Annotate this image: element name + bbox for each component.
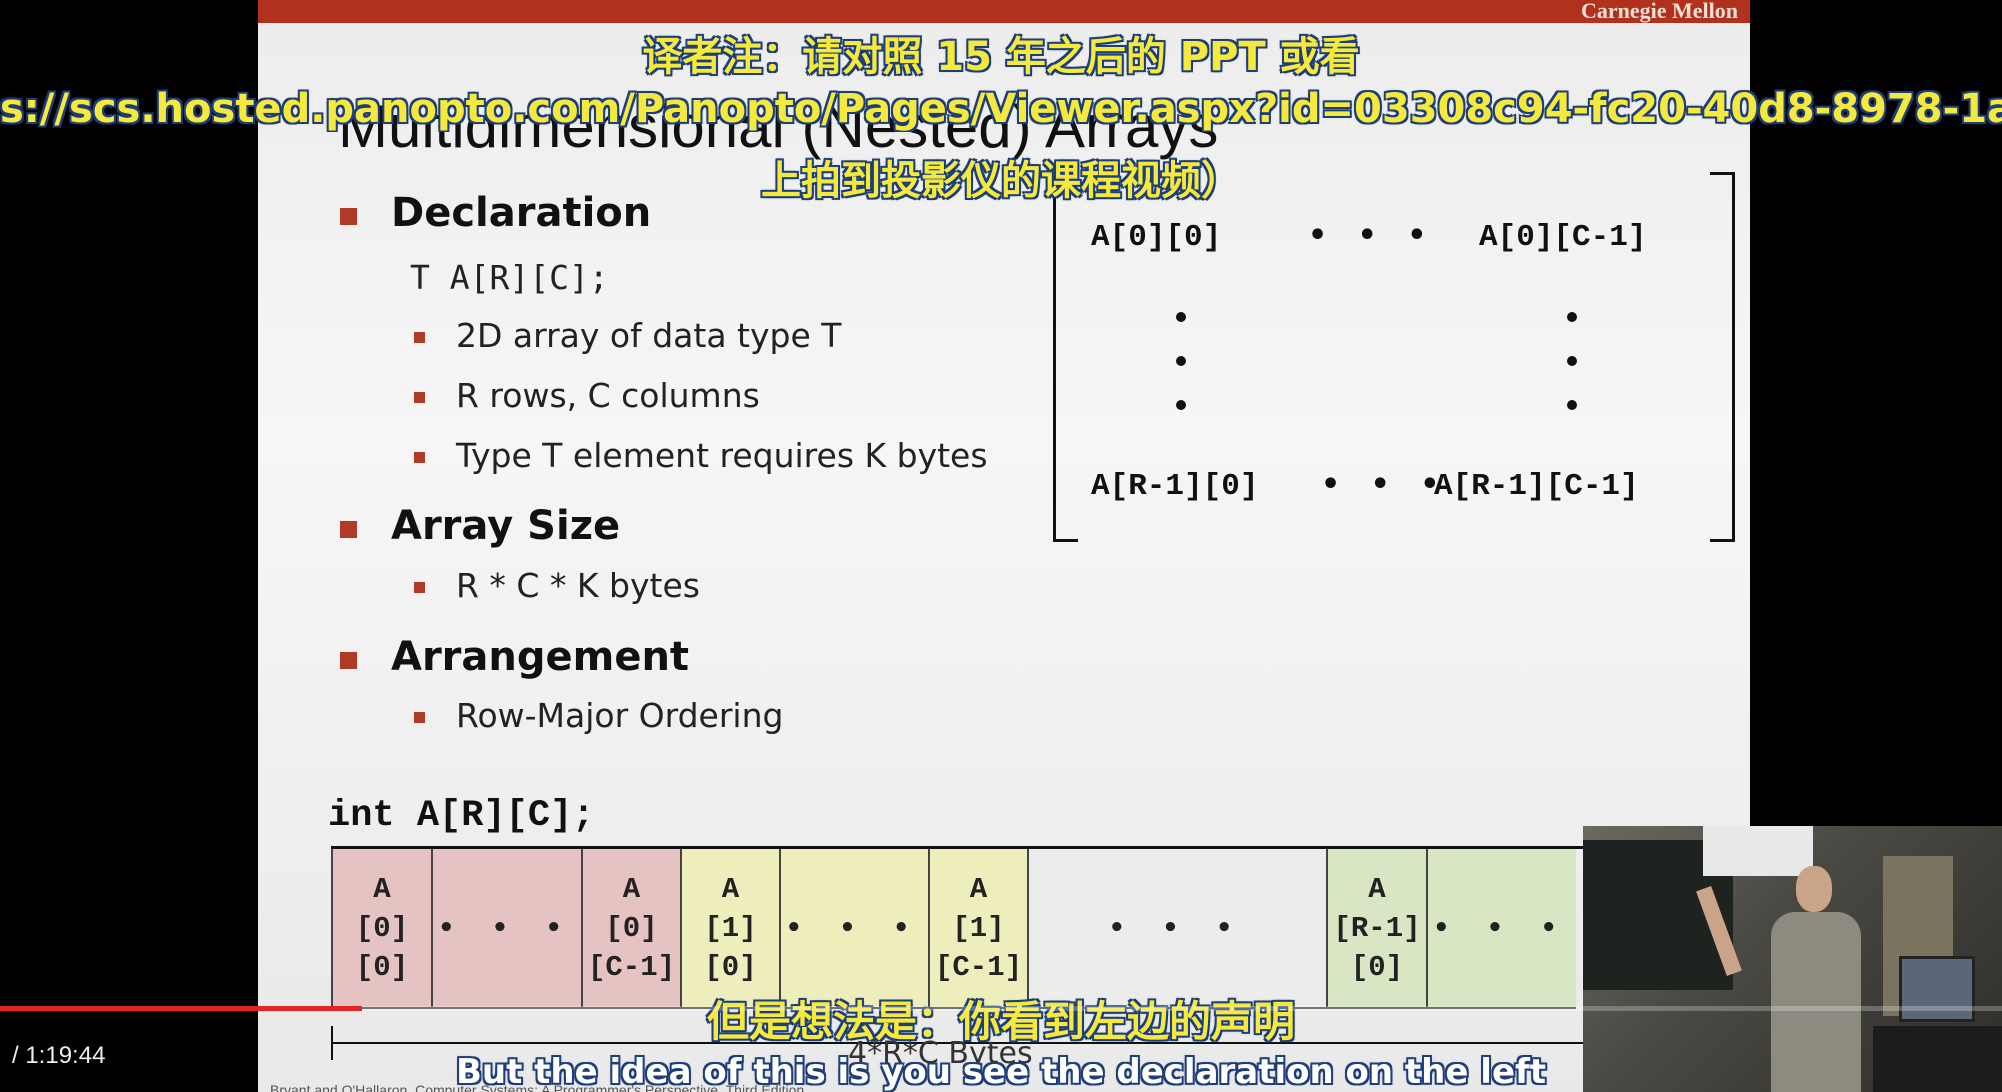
matrix-column-dots (1176, 312, 1186, 412)
matrix-top-right: A[0][C-1] (1479, 220, 1647, 255)
section-heading-array-size: Array Size (391, 503, 621, 549)
memory-cell: A [1] [0] (680, 849, 779, 1009)
brand-label: Carnegie Mellon (1580, 0, 1738, 23)
video-progress-bar[interactable] (0, 1006, 2002, 1011)
matrix-left-bracket (1053, 172, 1078, 542)
memory-cell: A [0] [0] (331, 849, 431, 1009)
matrix-bottom-left: A[R-1][0] (1091, 469, 1259, 504)
matrix-row-dots: • • • (1321, 467, 1450, 502)
matrix-right-bracket (1710, 172, 1735, 542)
memory-cell-ellipsis: • • • (1426, 849, 1576, 1009)
bullet-marker (340, 208, 357, 225)
memory-layout-row: A [0] [0] • • • A [0] [C-1] A [1] [0] • … (331, 846, 1750, 1011)
declaration-item: 2D array of data type T (456, 316, 842, 355)
subtitle-translator-note-cont: 上拍到投影仪的课程视频） (760, 157, 1242, 205)
declaration-item: R rows, C columns (456, 376, 760, 415)
matrix-bottom-right: A[R-1][C-1] (1434, 469, 1639, 504)
sub-bullet-marker (414, 332, 425, 343)
sub-bullet-marker (414, 452, 425, 463)
subtitle-url: s://scs.hosted.panopto.com/Panopto/Pages… (0, 86, 2002, 132)
arrangement-item: Row-Major Ordering (456, 696, 784, 735)
memory-cell-ellipsis: • • • (431, 849, 581, 1009)
sub-bullet-marker (414, 712, 425, 723)
video-duration: / 1:19:44 (12, 1042, 106, 1069)
matrix-top-left: A[0][0] (1091, 220, 1222, 255)
matrix-column-dots (1567, 312, 1577, 412)
memory-cell: A [R-1] [0] (1326, 849, 1426, 1009)
video-progress-fill (0, 1006, 363, 1011)
projection-screen (1703, 826, 1813, 876)
memory-cell: A [1] [C-1] (928, 849, 1027, 1009)
slide-header-bar: Carnegie Mellon (258, 0, 1750, 23)
sub-bullet-marker (414, 392, 425, 403)
memory-layout-declaration: int A[R][C]; (328, 795, 595, 837)
subtitle-english: But the idea of this is you see the decl… (455, 1052, 1547, 1092)
bullet-marker (340, 521, 357, 538)
memory-cell-ellipsis: • • • (779, 849, 928, 1009)
matrix-diagram: A[0][0] • • • A[0][C-1] A[R-1][0] • • • … (1053, 172, 1735, 542)
presenter-head (1796, 866, 1832, 912)
subtitle-translator-note: 译者注：请对照 15 年之后的 PPT 或看 (641, 33, 1360, 81)
sub-bullet-marker (414, 582, 425, 593)
memory-cell: A [0] [C-1] (581, 849, 680, 1009)
bullet-marker (340, 652, 357, 669)
subtitle-chinese: 但是想法是：你看到左边的声明 (706, 996, 1296, 1047)
array-size-item: R * C * K bytes (456, 566, 700, 605)
declaration-code: T A[R][C]; (410, 258, 609, 297)
section-heading-arrangement: Arrangement (391, 634, 690, 680)
matrix-row-dots: • • • (1308, 218, 1437, 253)
memory-cell-ellipsis: • • • (1027, 849, 1326, 1009)
declaration-item: Type T element requires K bytes (456, 436, 988, 475)
